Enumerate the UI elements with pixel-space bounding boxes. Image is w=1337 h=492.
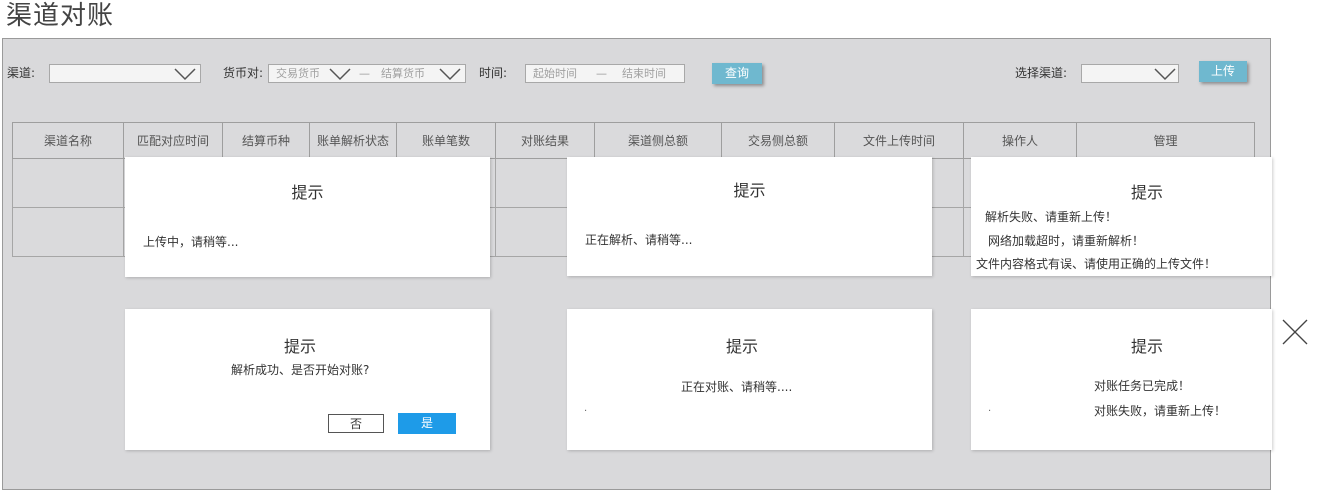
column-header: 账单解析状态: [309, 122, 397, 159]
trade-currency-placeholder: 交易货币: [276, 67, 320, 80]
column-header: 对账结果: [495, 122, 595, 159]
no-button[interactable]: 否: [328, 414, 384, 433]
chevron-down-icon[interactable]: [329, 67, 351, 81]
currency-pair-label: 货币对:: [223, 66, 264, 80]
uploading-message: 上传中，请稍等...: [143, 235, 239, 249]
reconcile-result-dialog: 提示 对账任务已完成！ 对账失败，请重新上传！ .: [971, 309, 1272, 450]
column-header: 渠道侧总额: [594, 122, 722, 159]
currency-pair-select[interactable]: 交易货币 — 结算货币: [268, 64, 466, 83]
column-header: 操作人: [963, 122, 1077, 159]
yes-button[interactable]: 是: [398, 413, 456, 434]
parse-error-message: 网络加载超时，请重新解析！: [988, 234, 1145, 248]
parse-error-message: 解析失败、请重新上传！: [985, 210, 1118, 224]
parse-error-dialog: 提示 解析失败、请重新上传！ 网络加载超时，请重新解析！ 文件内容格式有误、请使…: [971, 157, 1272, 276]
channel-label: 渠道:: [7, 66, 36, 80]
dialog-title: 提示: [1130, 183, 1163, 202]
reconcile-result-message: 对账任务已完成！: [1094, 379, 1191, 393]
chevron-down-icon[interactable]: [439, 67, 461, 81]
dialog-dot: .: [584, 403, 588, 414]
parse-success-dialog: 提示 解析成功、是否开始对账? 否 是: [125, 309, 490, 450]
select-channel-select[interactable]: [1081, 64, 1179, 83]
dialog-title: 提示: [1130, 337, 1163, 356]
reconciling-message: 正在对账、请稍等....: [681, 380, 793, 394]
chevron-down-icon: [1154, 68, 1176, 81]
select-channel-label: 选择渠道:: [1015, 66, 1068, 80]
uploading-dialog: 提示 上传中，请稍等...: [125, 157, 490, 277]
reconcile-result-message: 对账失败，请重新上传！: [1094, 404, 1227, 418]
upload-button[interactable]: 上传: [1199, 61, 1247, 82]
table-header-row: 渠道名称 匹配对应时间 结算币种 账单解析状态 账单笔数 对账结果 渠道侧总额 …: [12, 122, 1255, 159]
dialog-title: 提示: [291, 183, 324, 202]
parse-success-message: 解析成功、是否开始对账?: [231, 363, 370, 377]
channel-select[interactable]: [49, 64, 201, 83]
end-time-input[interactable]: 结束时间: [622, 65, 666, 83]
column-header: 渠道名称: [12, 122, 124, 159]
start-time-input[interactable]: 起始时间: [533, 65, 577, 83]
parse-error-message: 文件内容格式有误、请使用正确的上传文件！: [976, 257, 1217, 271]
reconciling-dialog: 提示 正在对账、请稍等.... .: [567, 309, 932, 450]
time-range-input[interactable]: 起始时间 — 结束时间: [525, 64, 685, 83]
dialog-dot: .: [988, 403, 992, 414]
settle-currency-placeholder: 结算货币: [381, 67, 425, 80]
dialog-title: 提示: [283, 337, 316, 356]
column-header: 结算币种: [222, 122, 310, 159]
dialog-title: 提示: [733, 181, 766, 200]
page-title: 渠道对账: [6, 1, 115, 31]
column-header: 匹配对应时间: [123, 122, 223, 159]
parsing-dialog: 提示 正在解析、请稍等...: [567, 157, 932, 276]
column-header: 账单笔数: [396, 122, 496, 159]
chevron-down-icon: [174, 68, 196, 81]
column-header: 交易侧总额: [721, 122, 835, 159]
time-dash: —: [596, 67, 607, 80]
time-label: 时间:: [479, 66, 508, 80]
close-icon[interactable]: [1281, 318, 1309, 346]
parsing-message: 正在解析、请稍等...: [585, 233, 693, 247]
query-button[interactable]: 查询: [712, 63, 762, 84]
currency-dash: —: [359, 67, 370, 80]
column-header: 管理: [1076, 122, 1255, 159]
column-header: 文件上传时间: [834, 122, 964, 159]
dialog-title: 提示: [725, 337, 758, 356]
